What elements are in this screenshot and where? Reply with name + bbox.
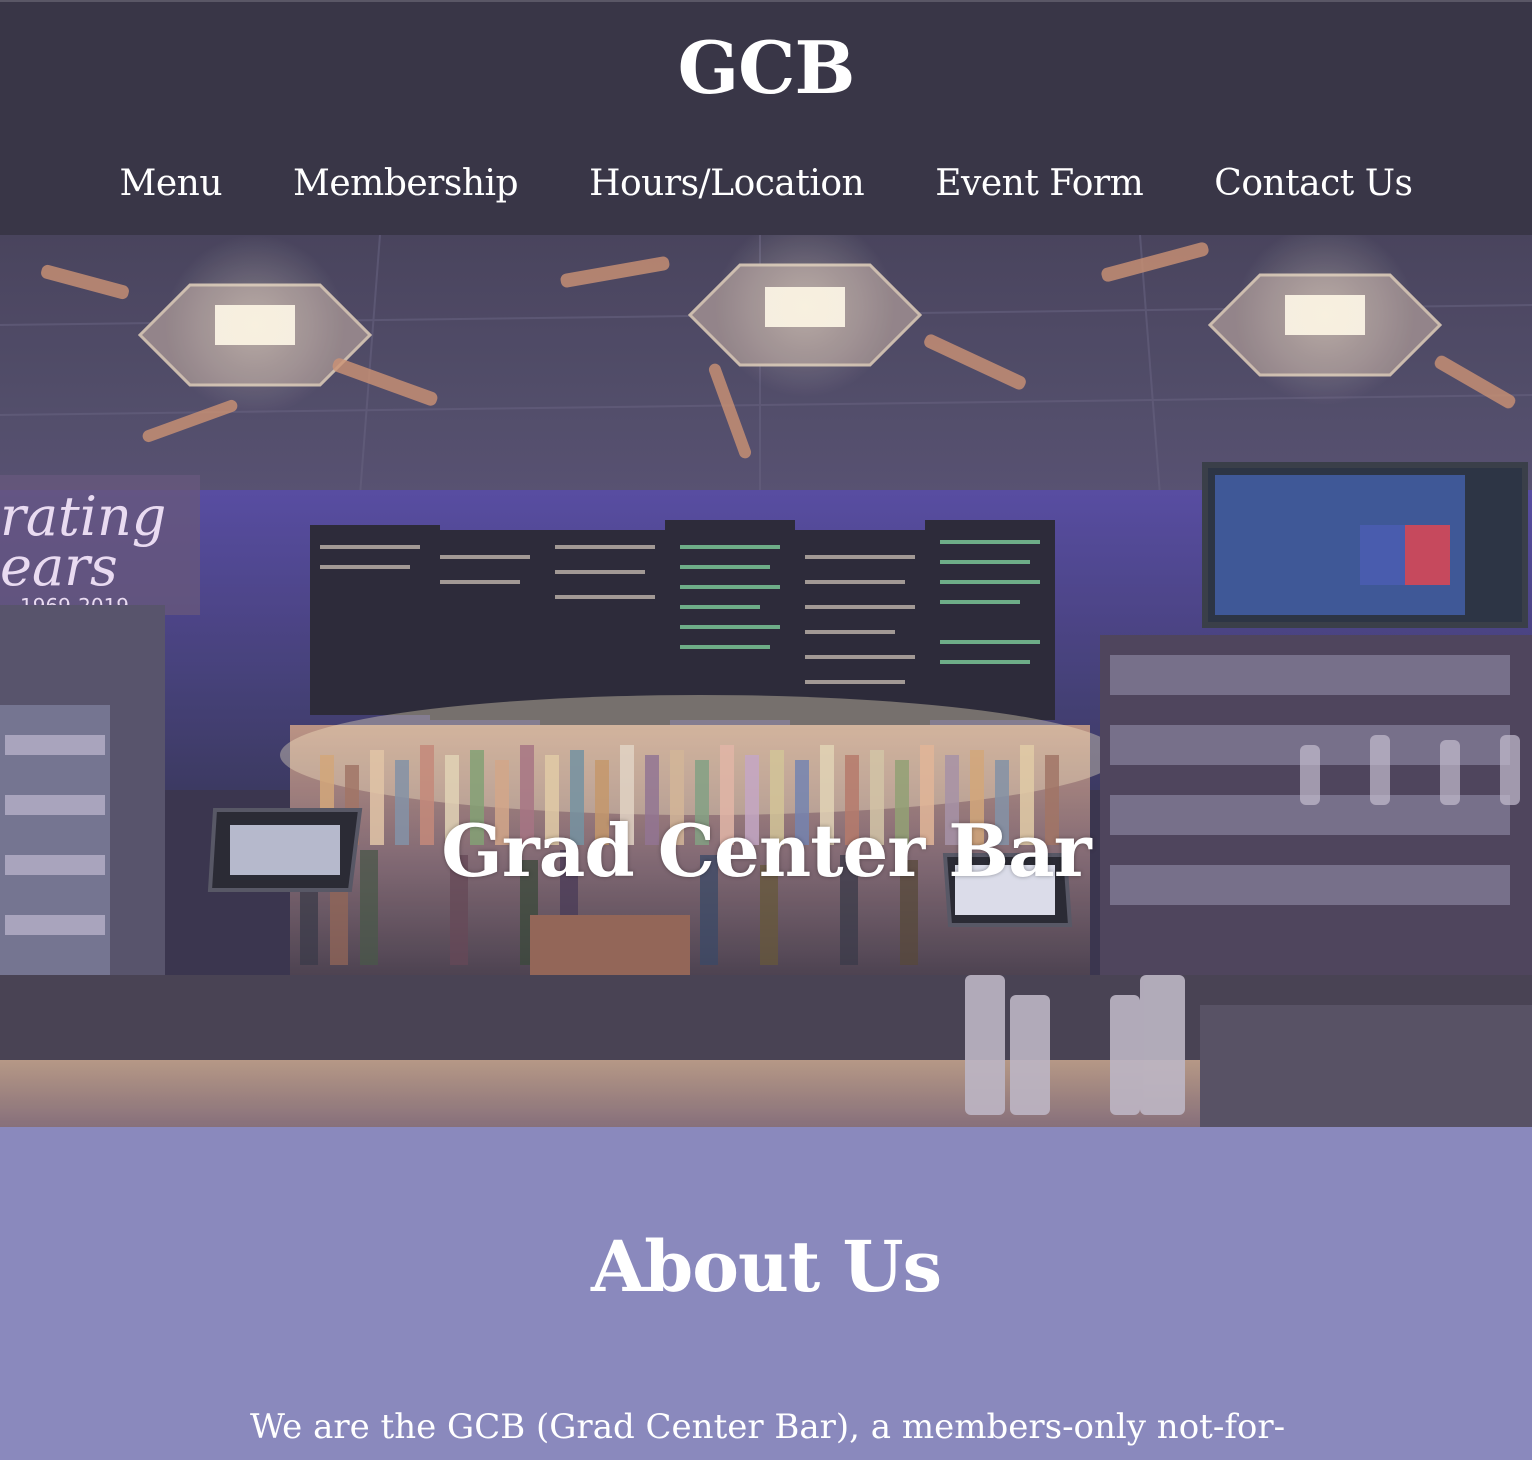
about-text: We are the GCB (Grad Center Bar), a memb…: [250, 1407, 1286, 1447]
site-header: GCB Menu Membership Hours/Location Event…: [0, 0, 1532, 235]
hero-image: rating ears 1969-2019: [0, 235, 1532, 1127]
site-title[interactable]: GCB: [0, 26, 1532, 110]
main-nav: Menu Membership Hours/Location Event For…: [0, 158, 1532, 210]
hero-title: Grad Center Bar: [441, 808, 1091, 893]
nav-item-membership[interactable]: Membership: [293, 160, 519, 208]
nav-item-hours-location[interactable]: Hours/Location: [589, 160, 865, 208]
nav-item-contact-us[interactable]: Contact Us: [1214, 160, 1413, 208]
nav-item-menu[interactable]: Menu: [119, 160, 222, 208]
hero-section: rating ears 1969-2019: [0, 235, 1532, 1127]
nav-item-event-form[interactable]: Event Form: [935, 160, 1144, 208]
about-heading: About Us: [591, 1225, 942, 1308]
about-section: About Us We are the GCB (Grad Center Bar…: [0, 1127, 1532, 1460]
